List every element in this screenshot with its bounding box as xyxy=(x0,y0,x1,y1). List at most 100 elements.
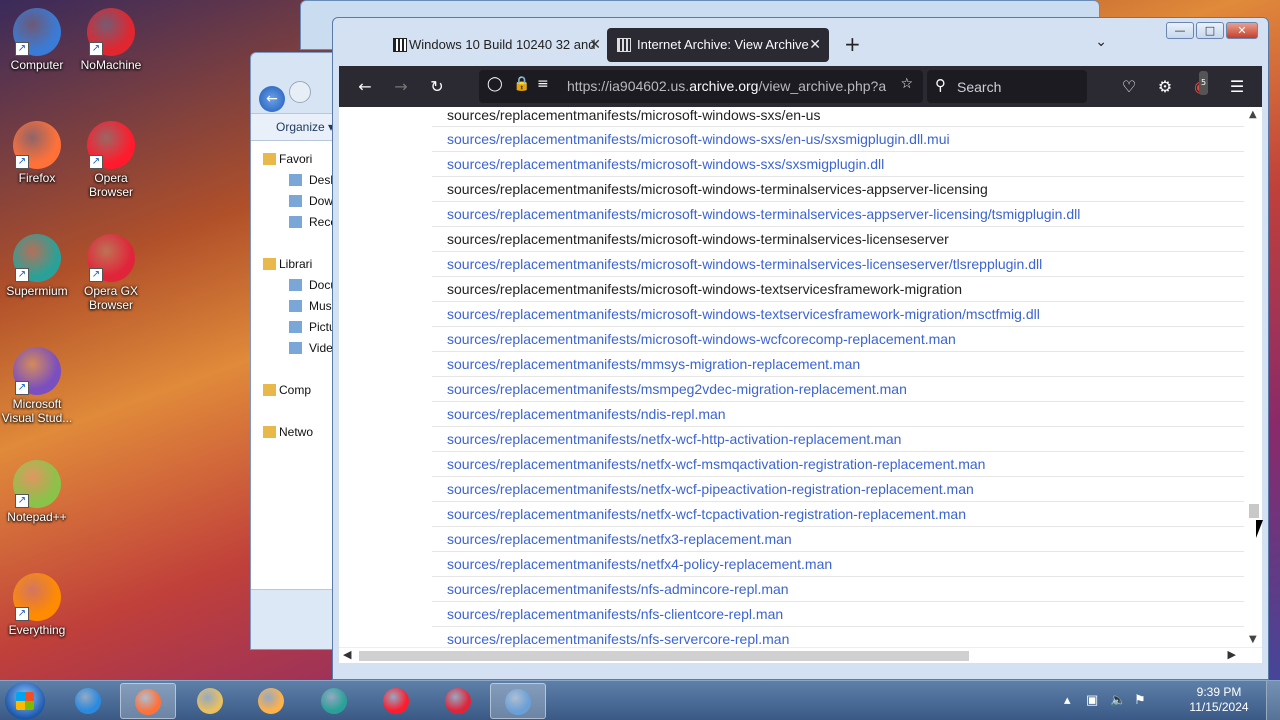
pocket-icon[interactable]: ♡ xyxy=(1117,75,1141,99)
taskbar-firefox[interactable] xyxy=(120,683,176,719)
archive-file-link[interactable]: sources/replacementmanifests/msmpeg2vdec… xyxy=(432,377,1244,402)
tab-view-archive[interactable]: Internet Archive: View Archive ✕ xyxy=(607,28,829,62)
folder-icon xyxy=(289,195,302,207)
ublock-icon[interactable]: ◉5 xyxy=(1189,71,1213,99)
close-tab-icon[interactable]: ✕ xyxy=(589,36,601,53)
show-desktop-button[interactable] xyxy=(1266,681,1280,720)
forward-arrow-icon[interactable]: → xyxy=(389,75,413,99)
horizontal-scrollbar[interactable]: ◀ ▶ xyxy=(339,647,1262,663)
hscroll-thumb[interactable] xyxy=(359,651,969,661)
taskbar-media-player[interactable] xyxy=(243,683,299,719)
forward-icon[interactable] xyxy=(288,81,311,103)
lock-icon[interactable]: 🔒 xyxy=(513,76,530,92)
archive-file-link[interactable]: sources/replacementmanifests/microsoft-w… xyxy=(432,202,1244,227)
archive-file-link[interactable]: sources/replacementmanifests/microsoft-w… xyxy=(432,127,1244,152)
permissions-icon[interactable]: ≡ xyxy=(537,76,549,92)
bookmark-star-icon[interactable]: ☆ xyxy=(900,76,913,92)
desktop-icon-everything[interactable]: ↗ Everything xyxy=(0,573,74,637)
url-text[interactable]: https://ia904602.us.archive.org/view_arc… xyxy=(567,78,887,94)
nav-pane-item[interactable]: Comp xyxy=(251,380,339,401)
nomachine-icon: ↗ xyxy=(87,8,135,56)
nav-pane-item[interactable]: Favori xyxy=(251,149,339,170)
nav-pane-item xyxy=(251,359,339,380)
desktop-icon-firefox[interactable]: ↗ Firefox xyxy=(0,121,74,185)
firefox-window[interactable]: — □ ✕ Windows 10 Build 10240 32 and ✕ Inte… xyxy=(332,17,1269,680)
desktop-icon-opera[interactable]: ↗ Opera Browser xyxy=(74,121,148,199)
page-content: sources/replacementmanifests/microsoft-w… xyxy=(339,107,1262,663)
desktop-icon-visual-studio[interactable]: ↗ Microsoft Visual Stud... xyxy=(0,347,74,425)
nav-pane-item[interactable]: Pictu xyxy=(251,317,339,338)
archive-file-link[interactable]: sources/replacementmanifests/netfx-wcf-h… xyxy=(432,427,1244,452)
nav-pane-item[interactable]: Deskt xyxy=(251,170,339,191)
archive-file-link[interactable]: sources/replacementmanifests/netfx4-poli… xyxy=(432,552,1244,577)
url-bar[interactable]: ◯ 🔒 ≡ https://ia904602.us.archive.org/vi… xyxy=(479,70,923,103)
close-tab-icon[interactable]: ✕ xyxy=(809,36,821,53)
nav-pane-label: Netwo xyxy=(279,425,314,439)
action-center-flag-icon[interactable]: ⚑ xyxy=(1134,692,1146,708)
nav-pane-item[interactable]: Netwo xyxy=(251,422,339,443)
scroll-up-icon[interactable]: ▲ xyxy=(1249,109,1257,120)
nav-pane-item[interactable]: Librari xyxy=(251,254,339,275)
tab-windows10-build[interactable]: Windows 10 Build 10240 32 and ✕ xyxy=(359,28,609,62)
search-placeholder: Search xyxy=(957,79,1002,95)
start-button[interactable] xyxy=(5,682,45,720)
list-tabs-icon[interactable]: ⌄ xyxy=(1095,34,1107,50)
menu-icon[interactable]: ☰ xyxy=(1225,75,1249,99)
desktop-icon-supermium[interactable]: ↗ Supermium xyxy=(0,234,74,298)
clock[interactable]: 9:39 PM 11/15/2024 xyxy=(1184,685,1254,715)
archive-folder-row: sources/replacementmanifests/microsoft-w… xyxy=(432,227,1244,252)
taskbar-file-explorer[interactable] xyxy=(182,683,238,719)
desktop-icon-opera-gx[interactable]: ↗ Opera GX Browser xyxy=(74,234,148,312)
desktop-icon-label: Opera Browser xyxy=(88,171,133,199)
nav-pane-item[interactable]: Musi xyxy=(251,296,339,317)
shield-icon[interactable]: ◯ xyxy=(487,76,503,92)
volume-icon[interactable]: 🔈 xyxy=(1110,692,1126,708)
show-hidden-icons-icon[interactable]: ▴ xyxy=(1064,692,1071,708)
scrollbar-thumb[interactable] xyxy=(1249,504,1259,518)
nav-pane-item[interactable]: Vide xyxy=(251,338,339,359)
search-bar[interactable]: ⚲ Search xyxy=(927,70,1087,103)
folder-icon xyxy=(289,300,302,312)
scroll-left-icon[interactable]: ◀ xyxy=(343,648,351,661)
nav-pane-item[interactable]: Docu xyxy=(251,275,339,296)
archive-file-link[interactable]: sources/replacementmanifests/microsoft-w… xyxy=(432,327,1244,352)
taskbar-opera[interactable] xyxy=(368,683,424,719)
desktop-icon-computer[interactable]: ↗ Computer xyxy=(0,8,74,72)
desktop-icon-nomachine[interactable]: ↗ NoMachine xyxy=(74,8,148,72)
archive-file-link[interactable]: sources/replacementmanifests/microsoft-w… xyxy=(432,302,1244,327)
organize-menu[interactable]: Organize ▾ xyxy=(251,113,339,141)
archive-file-link[interactable]: sources/replacementmanifests/netfx3-repl… xyxy=(432,527,1244,552)
explorer-window[interactable]: ← Organize ▾ Favori Deskt Dowr Rece Librari D… xyxy=(250,52,340,650)
scroll-right-icon[interactable]: ▶ xyxy=(1228,648,1236,661)
back-arrow-icon[interactable]: ← xyxy=(353,75,377,99)
scroll-down-icon[interactable]: ▼ xyxy=(1249,634,1257,645)
taskbar-opera-gx[interactable] xyxy=(430,683,486,719)
nav-pane-label: Comp xyxy=(279,383,312,397)
archive-folder-row: sources/replacementmanifests/microsoft-w… xyxy=(432,177,1244,202)
clock-date: 11/15/2024 xyxy=(1189,700,1249,714)
archive-file-link[interactable]: sources/replacementmanifests/netfx-wcf-m… xyxy=(432,452,1244,477)
extensions-icon[interactable]: ⚙ xyxy=(1153,75,1177,99)
nav-pane-item[interactable]: Rece xyxy=(251,212,339,233)
archive-folder-row: sources/replacementmanifests/microsoft-w… xyxy=(432,277,1244,302)
archive-file-link[interactable]: sources/replacementmanifests/nfs-adminco… xyxy=(432,577,1244,602)
archive-file-link[interactable]: sources/replacementmanifests/netfx-wcf-t… xyxy=(432,502,1244,527)
vertical-scrollbar[interactable]: ▲ ▼ xyxy=(1245,107,1262,647)
archive-file-link[interactable]: sources/replacementmanifests/netfx-wcf-p… xyxy=(432,477,1244,502)
archive-folder-row: sources/replacementmanifests/microsoft-w… xyxy=(432,107,1244,127)
firefox-icon: ↗ xyxy=(13,121,61,169)
archive-file-link[interactable]: sources/replacementmanifests/microsoft-w… xyxy=(432,152,1244,177)
taskbar-internet-explorer[interactable] xyxy=(60,683,116,719)
desktop-icon-notepadpp[interactable]: ↗ Notepad++ xyxy=(0,460,74,524)
back-icon[interactable]: ← xyxy=(259,86,285,112)
reload-icon[interactable]: ↻ xyxy=(425,75,449,99)
new-tab-icon[interactable]: + xyxy=(844,32,861,56)
archive-file-link[interactable]: sources/replacementmanifests/nfs-clientc… xyxy=(432,602,1244,627)
network-icon[interactable]: ▣ xyxy=(1086,692,1098,708)
taskbar-control-panel[interactable] xyxy=(490,683,546,719)
nav-pane-item[interactable]: Dowr xyxy=(251,191,339,212)
archive-file-link[interactable]: sources/replacementmanifests/ndis-repl.m… xyxy=(432,402,1244,427)
archive-file-link[interactable]: sources/replacementmanifests/mmsys-migra… xyxy=(432,352,1244,377)
archive-file-link[interactable]: sources/replacementmanifests/microsoft-w… xyxy=(432,252,1244,277)
taskbar-supermium[interactable] xyxy=(306,683,362,719)
